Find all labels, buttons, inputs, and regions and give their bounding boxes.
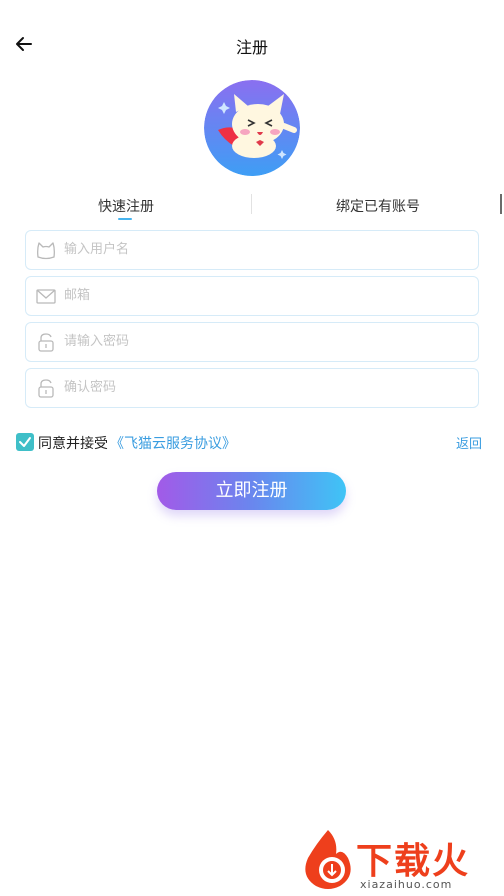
- page-title: 注册: [235, 38, 268, 57]
- mail-icon: [36, 289, 56, 304]
- watermark-title: 下载火: [356, 841, 471, 882]
- check-icon: [19, 437, 31, 447]
- watermark: 下载火 xiazaihuo.com: [296, 828, 504, 896]
- confirm-password-field[interactable]: [25, 368, 479, 408]
- lock-icon: [38, 333, 54, 352]
- tab-bar: 快速注册 绑定已有账号: [0, 190, 504, 220]
- password-field[interactable]: [25, 322, 479, 362]
- confirm-password-input[interactable]: [64, 369, 464, 406]
- header: 注册: [0, 0, 504, 90]
- tab-divider: [251, 194, 252, 214]
- register-button[interactable]: 立即注册: [157, 472, 346, 510]
- tab-bind-account[interactable]: 绑定已有账号: [336, 196, 420, 216]
- password-input[interactable]: [64, 323, 464, 360]
- watermark-url: xiazaihuo.com: [360, 878, 453, 891]
- email-input[interactable]: [64, 277, 464, 314]
- cat-icon: [37, 242, 55, 260]
- lock-icon: [38, 379, 54, 398]
- agree-label: 同意并接受: [38, 436, 108, 452]
- active-tab-indicator: [118, 218, 132, 220]
- username-field[interactable]: [25, 230, 479, 270]
- username-input[interactable]: [64, 231, 464, 268]
- service-agreement-link[interactable]: 《飞猫云服务协议》: [110, 433, 236, 453]
- email-field[interactable]: [25, 276, 479, 316]
- fire-logo-icon: [305, 830, 351, 889]
- agree-checkbox[interactable]: [16, 433, 34, 451]
- return-link[interactable]: 返回: [456, 433, 482, 452]
- tab-quick-register[interactable]: 快速注册: [98, 196, 154, 216]
- avatar: [204, 80, 300, 176]
- edge-divider: [500, 194, 502, 214]
- flying-cat-logo: [204, 80, 300, 176]
